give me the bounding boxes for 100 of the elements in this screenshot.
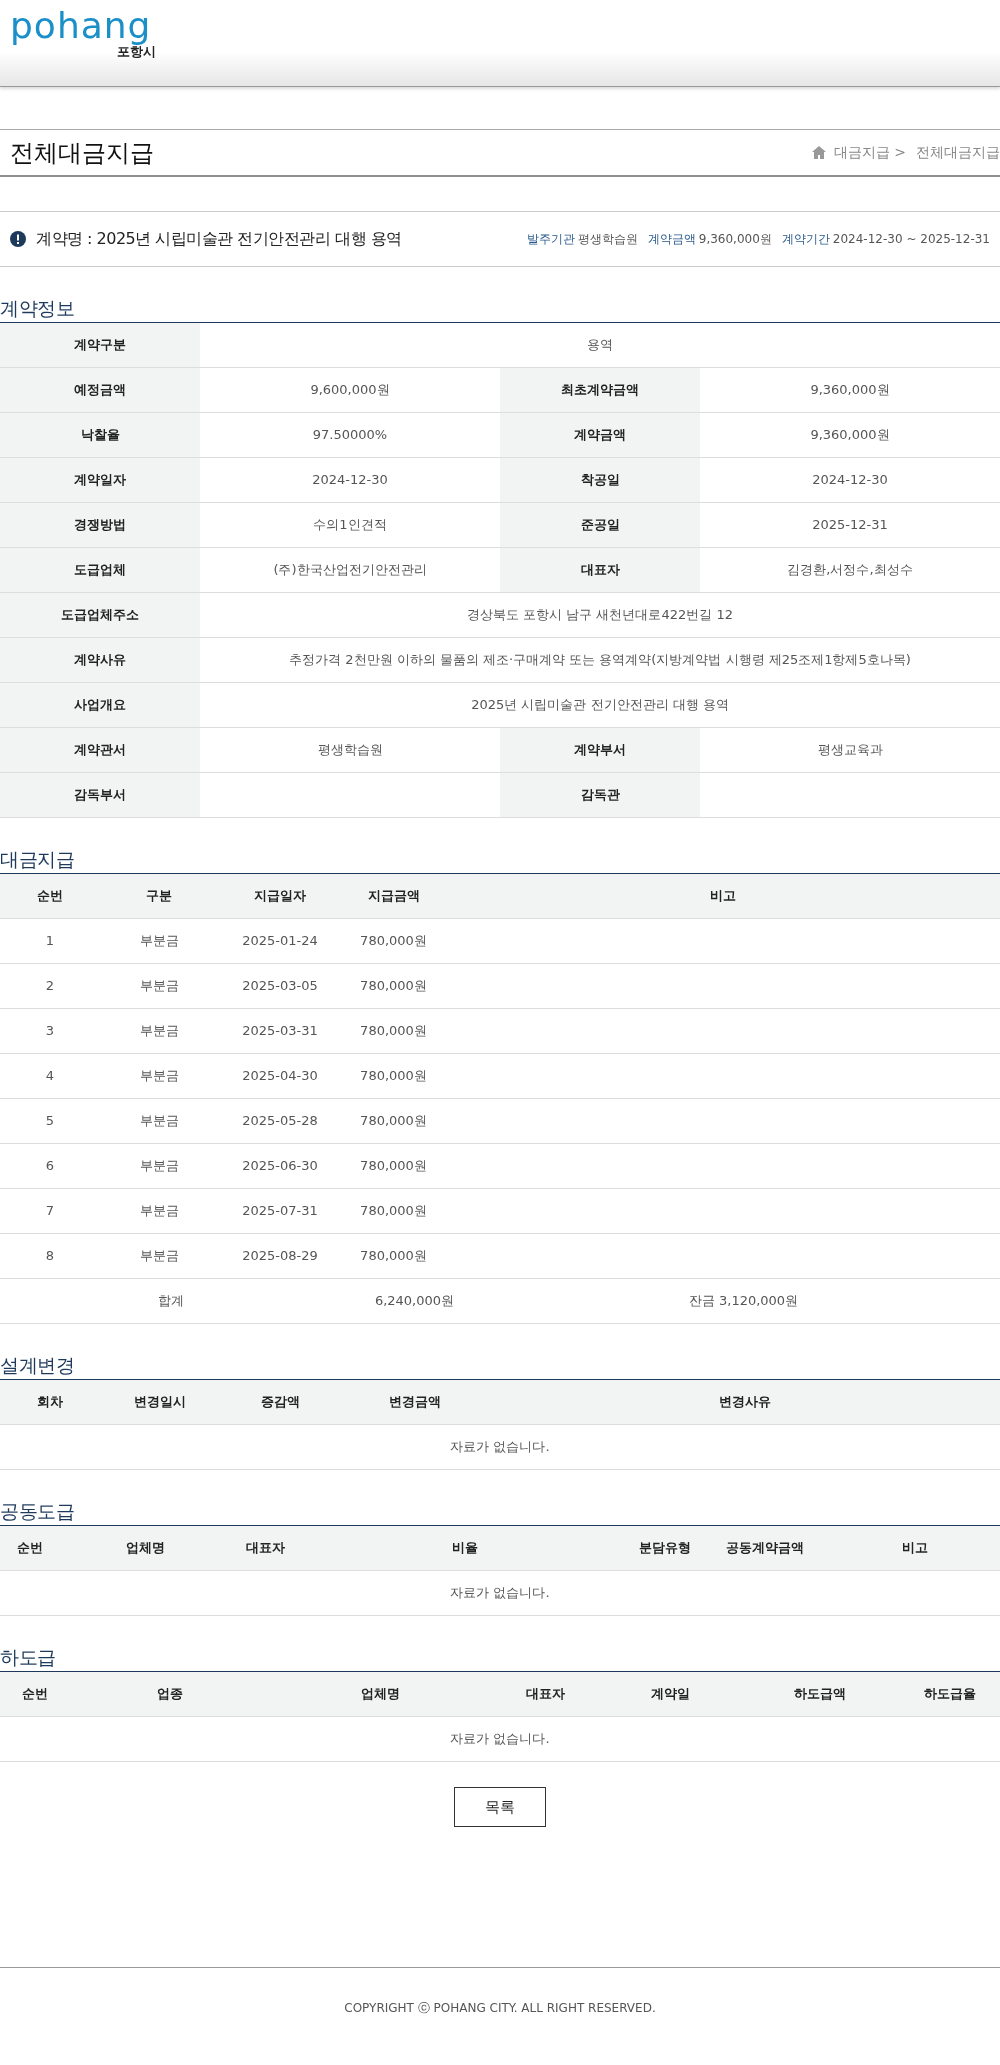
copyright-text: COPYRIGHT ⓒ POHANG CITY. ALL RIGHT RESERVED.: [344, 1999, 656, 2017]
table-cell-text: 5: [44, 1112, 56, 1131]
field-value: 경상북도 포항시 남구 새천년대로422번길 12: [466, 606, 734, 625]
meta-label: 발주기관: [526, 231, 575, 248]
table-cell-text: 7: [44, 1202, 56, 1221]
column-header: 업체명: [359, 1685, 401, 1704]
meta-label: 계약기간: [781, 231, 830, 248]
table-cell-text: 2025-07-31: [241, 1202, 319, 1221]
field-value: 9,360,000원: [809, 381, 891, 400]
table-cell-text: 780,000원: [359, 1067, 428, 1086]
column-header: 대표자: [244, 1539, 286, 1558]
column-header: 회차: [36, 1393, 64, 1412]
field-label: 착공일: [500, 458, 700, 502]
table-cell-text: 6: [44, 1157, 56, 1176]
column-header: 지급일자: [253, 887, 307, 906]
table-cell-text: 780,000원: [359, 1157, 428, 1176]
field-label: 최초계약금액: [500, 368, 700, 412]
column-header: 대표자: [524, 1685, 566, 1704]
section-title: 하도급: [0, 1646, 56, 1668]
table-cell-text: 부분금: [138, 1247, 180, 1266]
table-cell-text: 부분금: [138, 977, 180, 996]
table-cell-text: 780,000원: [359, 932, 428, 951]
meta-value: 9,360,000원: [698, 231, 772, 248]
column-header: 비고: [708, 887, 737, 906]
field-value: 2024-12-30: [311, 471, 389, 490]
field-label: 도급업체주소: [0, 593, 200, 637]
section-title: 공동도급: [0, 1500, 74, 1522]
section-title: 대금지급: [0, 848, 74, 870]
table-cell-text: 부분금: [138, 932, 180, 951]
column-header: 계약일: [649, 1685, 691, 1704]
empty-message: 자료가 없습니다.: [450, 1584, 550, 1603]
field-label: 예정금액: [0, 368, 200, 412]
logo-wordmark: pohang: [10, 8, 152, 44]
column-header: 변경금액: [388, 1393, 442, 1412]
table-cell-text: 780,000원: [359, 1247, 428, 1266]
column-header: 공동계약금액: [725, 1539, 805, 1558]
field-value: 추정가격 2천만원 이하의 물품의 제조·구매계약 또는 용역계약(지방계약법 시행령 제25조제1항제5호나목): [288, 651, 912, 670]
table-cell-text: 2025-03-31: [241, 1022, 319, 1041]
table-cell-text: 부분금: [138, 1067, 180, 1086]
total-amount: 6,240,000원: [373, 1292, 456, 1311]
table-cell-text: 780,000원: [359, 1202, 428, 1221]
table-cell-text: 780,000원: [359, 1022, 428, 1041]
table-cell-text: 2025-06-30: [241, 1157, 319, 1176]
table-cell-text: 2025-03-05: [241, 977, 319, 996]
field-value: 9,600,000원: [309, 381, 391, 400]
field-value: (주)한국산업전기안전관리: [272, 561, 428, 580]
field-value: 2025-12-31: [811, 516, 889, 535]
column-header: 분담유형: [638, 1539, 692, 1558]
field-label: 계약구분: [0, 323, 200, 367]
table-cell-text: 1: [44, 932, 56, 951]
column-header: 변경일시: [133, 1393, 187, 1412]
breadcrumb-link[interactable]: 전체대금지급: [916, 142, 1000, 163]
field-label: 경쟁방법: [0, 503, 200, 547]
column-header: 순번: [36, 887, 64, 906]
field-label: 계약부서: [500, 728, 700, 772]
column-header: 증감액: [259, 1393, 301, 1412]
meta-value: 평생학습원: [577, 231, 638, 248]
meta-value: 2024-12-30 ~ 2025-12-31: [832, 231, 990, 248]
field-label: 준공일: [500, 503, 700, 547]
column-header: 변경사유: [718, 1393, 772, 1412]
field-value: 수의1인견적: [312, 516, 388, 535]
breadcrumb-link[interactable]: 대금지급 >: [833, 142, 906, 163]
field-label: 낙찰율: [0, 413, 200, 457]
table-cell-text: 8: [44, 1247, 56, 1266]
column-header: 순번: [21, 1685, 49, 1704]
table-cell-text: 2025-05-28: [241, 1112, 319, 1131]
table-cell-text: 2025-04-30: [241, 1067, 319, 1086]
section-title: 계약정보: [0, 297, 74, 319]
alert-icon: [10, 231, 26, 247]
table-cell-text: 부분금: [138, 1022, 180, 1041]
table-cell-text: 780,000원: [359, 977, 428, 996]
page-title: 전체대금지급: [10, 137, 154, 169]
contract-name: 계약명 : 2025년 시립미술관 전기안전관리 대행 용역: [36, 228, 402, 250]
table-cell-text: 4: [44, 1067, 56, 1086]
column-header: 비율: [451, 1539, 479, 1558]
field-label: 계약금액: [500, 413, 700, 457]
column-header: 업체명: [124, 1539, 166, 1558]
field-value: 97.50000%: [311, 426, 389, 445]
table-cell-text: 2025-01-24: [241, 932, 319, 951]
section-title: 설계변경: [0, 1354, 74, 1376]
field-label: 감독부서: [0, 773, 200, 817]
field-label: 계약일자: [0, 458, 200, 502]
field-value: 평생학습원: [316, 741, 384, 760]
meta-label: 계약금액: [647, 231, 696, 248]
field-label: 계약관서: [0, 728, 200, 772]
table-cell-text: 3: [44, 1022, 56, 1041]
column-header: 하도급율: [923, 1685, 977, 1704]
balance-amount: 잔금 3,120,000원: [687, 1292, 800, 1311]
field-label: 도급업체: [0, 548, 200, 592]
field-value: 2025년 시립미술관 전기안전관리 대행 용역: [470, 696, 730, 715]
column-header: 구분: [145, 887, 173, 906]
column-header: 지급금액: [366, 887, 421, 906]
field-label: 대표자: [500, 548, 700, 592]
field-value: 김경환,서정수,최성수: [786, 561, 914, 580]
table-cell-text: 2: [44, 977, 56, 996]
empty-message: 자료가 없습니다.: [450, 1438, 550, 1457]
table-cell-text: 부분금: [138, 1112, 180, 1131]
list-button[interactable]: 목록: [454, 1787, 546, 1827]
home-icon[interactable]: [811, 146, 826, 159]
total-label: 합계: [157, 1292, 185, 1311]
